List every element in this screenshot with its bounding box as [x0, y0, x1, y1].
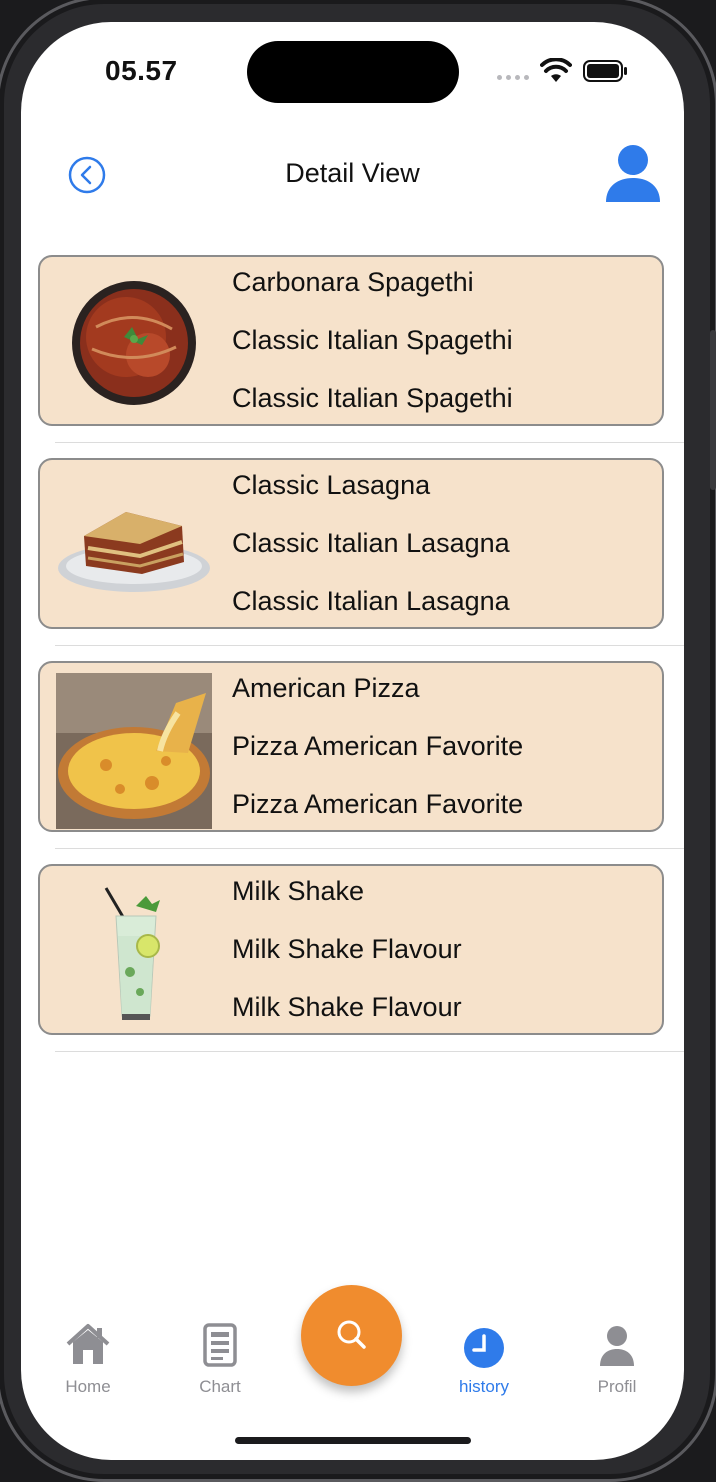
item-card-lasagna[interactable]: Classic Lasagna Classic Italian Lasagna … [38, 458, 664, 629]
detail-list: Carbonara Spagethi Classic Italian Spage… [38, 255, 684, 1067]
screen: 05.57 Detail View Carbonara Spagethi Cla… [21, 22, 684, 1460]
tab-home[interactable]: Home [33, 1322, 143, 1397]
item-subtitle: Classic Italian Spagethi [232, 325, 513, 355]
page-title: Detail View [285, 158, 420, 188]
search-button[interactable] [301, 1285, 402, 1386]
item-description: Classic Italian Spagethi [232, 383, 513, 413]
row-divider [55, 1051, 684, 1052]
list-item: Milk Shake Milk Shake Flavour Milk Shake… [38, 864, 684, 1067]
tab-label: Chart [199, 1377, 241, 1396]
row-divider [55, 645, 684, 646]
tab-chart[interactable]: Chart [165, 1322, 275, 1397]
status-time: 05.57 [105, 55, 178, 86]
item-title: Milk Shake [232, 876, 365, 906]
tab-label: history [458, 1377, 510, 1396]
search-icon [337, 1320, 366, 1349]
list-item: Carbonara Spagethi Classic Italian Spage… [38, 255, 684, 458]
item-subtitle: Classic Italian Lasagna [232, 528, 510, 558]
tab-label: Profil [597, 1377, 637, 1396]
item-title: Carbonara Spagethi [232, 267, 474, 297]
item-subtitle: Milk Shake Flavour [232, 934, 462, 964]
item-description: Milk Shake Flavour [232, 992, 462, 1022]
item-card-pizza[interactable]: American Pizza Pizza American Favorite P… [38, 661, 664, 832]
row-divider [55, 848, 684, 849]
drink-image [104, 887, 160, 1020]
home-indicator[interactable] [235, 1437, 471, 1444]
item-description: Pizza American Favorite [232, 789, 524, 819]
list-item: American Pizza Pizza American Favorite P… [38, 661, 684, 864]
signal-icon [497, 75, 529, 80]
lasagna-image [58, 512, 210, 592]
tab-profil[interactable]: Profil [562, 1322, 672, 1397]
pizza-image [56, 673, 212, 829]
battery-icon [583, 60, 627, 82]
spaghetti-image [72, 281, 196, 405]
home-icon [66, 1324, 110, 1364]
item-card-spaghetti[interactable]: Carbonara Spagethi Classic Italian Spage… [38, 255, 664, 426]
item-title: Classic Lasagna [232, 470, 431, 500]
profile-icon[interactable] [604, 144, 662, 204]
item-title: American Pizza [232, 673, 420, 703]
side-button [710, 330, 716, 490]
item-card-milkshake[interactable]: Milk Shake Milk Shake Flavour Milk Shake… [38, 864, 664, 1035]
dynamic-island [247, 41, 459, 103]
tab-history[interactable]: history [429, 1322, 539, 1397]
row-divider [55, 442, 684, 443]
item-subtitle: Pizza American Favorite [232, 731, 524, 761]
document-icon [203, 1323, 237, 1367]
wifi-icon [540, 58, 572, 82]
tab-label: Home [65, 1377, 111, 1396]
person-icon [600, 1326, 634, 1366]
clock-icon [464, 1328, 504, 1368]
list-item: Classic Lasagna Classic Italian Lasagna … [38, 458, 684, 661]
item-description: Classic Italian Lasagna [232, 586, 510, 616]
